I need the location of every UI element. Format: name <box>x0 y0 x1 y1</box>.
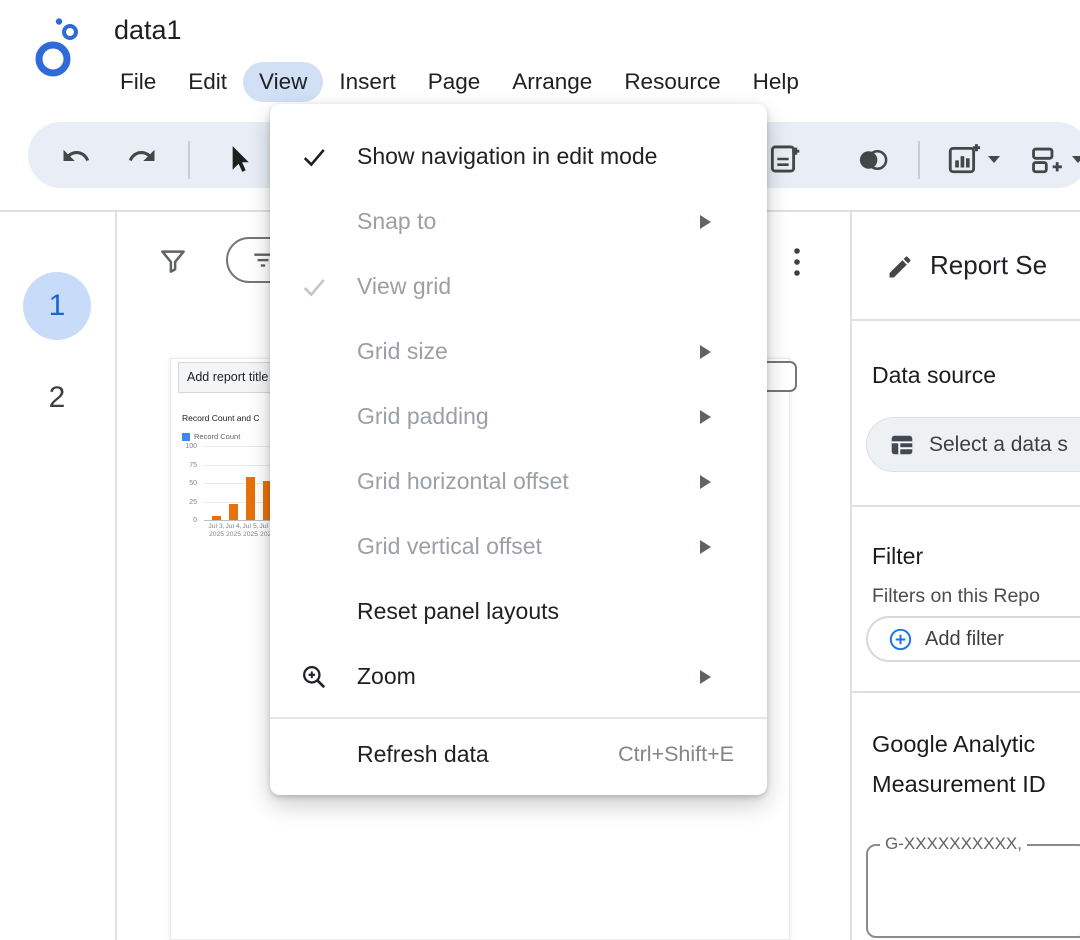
page-number: 2 <box>49 381 66 414</box>
menu-item-reset-panel-layouts[interactable]: Reset panel layouts <box>270 579 767 644</box>
checkmark-icon <box>270 274 357 300</box>
bar <box>246 477 255 520</box>
filter-funnel-icon[interactable] <box>156 244 190 278</box>
mini-chart-legend: Record Count <box>182 432 240 441</box>
menu-item-grid-padding[interactable]: Grid padding <box>270 384 767 449</box>
menu-help[interactable]: Help <box>737 62 815 102</box>
menu-item-snap-to[interactable]: Snap to <box>270 189 767 254</box>
zoom-in-icon <box>270 663 357 690</box>
menu-file[interactable]: File <box>104 62 172 102</box>
bar <box>229 504 238 520</box>
report-title[interactable]: data1 <box>114 15 182 46</box>
legend-swatch <box>182 433 190 441</box>
mini-chart-title: Record Count and C <box>182 413 260 423</box>
page-nav-item-1[interactable]: 1 <box>23 272 91 340</box>
page-nav-divider <box>115 210 117 940</box>
edit-pencil-icon <box>884 251 916 283</box>
menu-item-show-navigation[interactable]: Show navigation in edit mode <box>270 124 767 189</box>
menu-item-grid-size[interactable]: Grid size <box>270 319 767 384</box>
select-data-source-button[interactable]: Select a data s <box>866 417 1080 472</box>
filter-heading: Filter <box>872 543 923 570</box>
ga-measurement-id-input[interactable] <box>866 844 1080 938</box>
ga-heading-line1: Google Analytic <box>872 731 1035 758</box>
menu-item-refresh-data[interactable]: Refresh data Ctrl+Shift+E <box>270 725 767 783</box>
menu-item-grid-vertical-offset[interactable]: Grid vertical offset <box>270 514 767 579</box>
add-filter-button[interactable]: Add filter <box>866 616 1080 662</box>
select-data-source-label: Select a data s <box>929 433 1068 457</box>
submenu-arrow-icon <box>700 215 711 229</box>
undo-icon[interactable] <box>58 140 94 172</box>
panel-divider <box>851 691 1080 693</box>
data-source-heading: Data source <box>872 362 996 389</box>
menu-item-grid-horizontal-offset[interactable]: Grid horizontal offset <box>270 449 767 514</box>
submenu-arrow-icon <box>700 670 711 684</box>
page-nav-item-2[interactable]: 2 <box>23 381 91 415</box>
menu-item-view-grid[interactable]: View grid <box>270 254 767 319</box>
submenu-arrow-icon <box>700 345 711 359</box>
menu-resource[interactable]: Resource <box>608 62 736 102</box>
view-menu-dropdown: Show navigation in edit mode Snap to Vie… <box>270 104 767 795</box>
menubar: File Edit View Insert Page Arrange Resou… <box>104 62 815 102</box>
submenu-arrow-icon <box>700 410 711 424</box>
more-options-icon[interactable] <box>792 246 802 285</box>
toolbar-divider <box>188 141 190 179</box>
data-table-icon <box>889 432 915 458</box>
ga-heading-line2: Measurement ID <box>872 771 1046 798</box>
ga-input-floating-label: G-XXXXXXXXXX, <box>880 834 1027 854</box>
redo-icon[interactable] <box>124 140 160 172</box>
blend-data-icon[interactable] <box>852 144 894 176</box>
plus-circle-icon <box>888 627 913 652</box>
menu-item-zoom[interactable]: Zoom <box>270 644 767 709</box>
filter-description: Filters on this Repo <box>872 585 1040 608</box>
logo-icon <box>28 16 86 80</box>
panel-divider <box>851 319 1080 321</box>
keyboard-shortcut: Ctrl+Shift+E <box>618 742 734 767</box>
mini-chart-ylabels: 0255075100 <box>176 446 200 526</box>
select-cursor-icon[interactable] <box>222 142 254 176</box>
looker-studio-logo <box>28 16 86 85</box>
legend-label: Record Count <box>194 432 240 441</box>
add-filter-label: Add filter <box>925 628 1004 651</box>
panel-title: Report Se <box>930 250 1047 281</box>
submenu-arrow-icon <box>700 540 711 554</box>
menu-edit[interactable]: Edit <box>172 62 243 102</box>
menu-arrange[interactable]: Arrange <box>496 62 608 102</box>
toolbar-divider <box>918 141 920 179</box>
panel-divider <box>851 505 1080 507</box>
chevron-down-icon[interactable] <box>988 156 1000 163</box>
submenu-arrow-icon <box>700 475 711 489</box>
menu-view[interactable]: View <box>243 62 323 102</box>
page-number: 1 <box>49 289 66 323</box>
add-control-icon[interactable] <box>1028 140 1066 178</box>
add-page-icon[interactable] <box>764 140 802 178</box>
menu-insert[interactable]: Insert <box>323 62 411 102</box>
checkmark-icon <box>270 144 357 170</box>
bar <box>212 516 221 520</box>
chevron-down-icon[interactable] <box>1072 156 1080 163</box>
add-chart-icon[interactable] <box>944 140 982 178</box>
menu-separator <box>270 717 767 719</box>
menu-page[interactable]: Page <box>412 62 497 102</box>
